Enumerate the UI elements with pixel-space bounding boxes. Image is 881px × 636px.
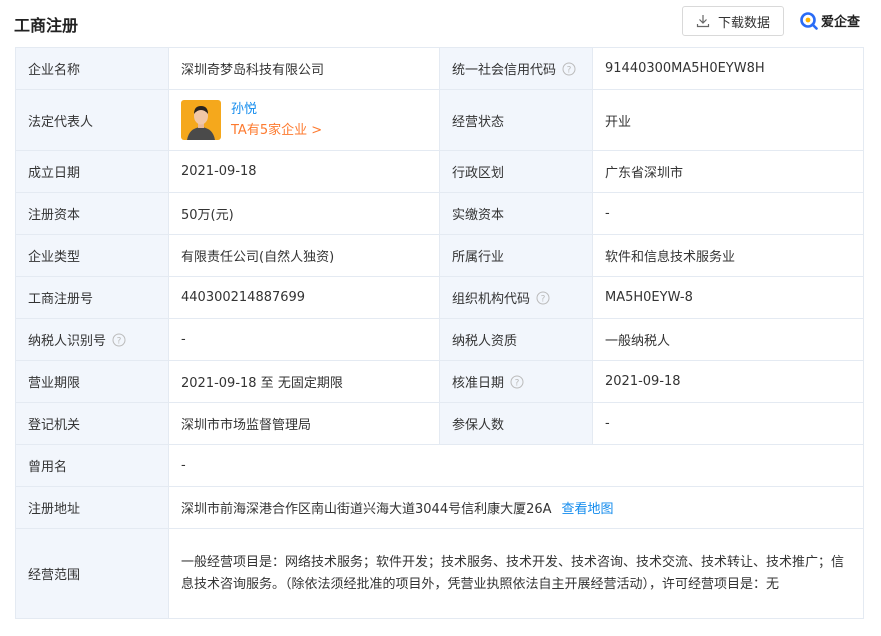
aiqicha-logo-icon [800, 11, 818, 30]
label-credit-code: 统一社会信用代码? [439, 47, 593, 90]
label-authority: 登记机关 [15, 402, 169, 445]
help-icon[interactable]: ? [112, 333, 126, 347]
value-company-type: 有限责任公司(自然人独资) [168, 234, 440, 277]
label-credit-code-text: 统一社会信用代码 [452, 63, 557, 78]
value-approval-date: 2021-09-18 [592, 360, 864, 403]
value-address: 深圳市前海深港合作区南山街道兴海大道3044号信利康大厦26A 查看地图 [168, 486, 864, 529]
view-map-link[interactable]: 查看地图 [562, 502, 614, 517]
table-row: 注册资本 50万(元) 实缴资本 - [15, 192, 864, 235]
legal-rep-name-link[interactable]: 孙悦 [231, 101, 322, 119]
brand-logo[interactable]: 爱企查 [800, 11, 860, 30]
label-taxpayer-qual: 纳税人资质 [439, 318, 593, 361]
table-row: 曾用名 - [15, 444, 864, 487]
label-founded: 成立日期 [15, 150, 169, 193]
label-org-code: 组织机构代码? [439, 276, 593, 319]
label-paid-capital: 实缴资本 [439, 192, 593, 235]
value-scope: 一般经营项目是：网络技术服务；软件开发；技术服务、技术开发、技术咨询、技术交流、… [168, 528, 864, 619]
brand-name: 爱企查 [821, 15, 861, 30]
label-term: 营业期限 [15, 360, 169, 403]
value-paid-capital: - [592, 192, 864, 235]
value-reg-no: 440300214887699 [168, 276, 440, 319]
table-row: 成立日期 2021-09-18 行政区划 广东省深圳市 [15, 150, 864, 193]
section-title: 工商注册 [14, 16, 79, 35]
value-industry: 软件和信息技术服务业 [592, 234, 864, 277]
svg-text:?: ? [515, 379, 520, 389]
help-icon[interactable]: ? [510, 375, 524, 389]
value-company-name: 深圳奇梦岛科技有限公司 [168, 47, 440, 90]
legal-rep-companies-link[interactable]: TA有5家企业 > [231, 122, 322, 140]
table-row: 登记机关 深圳市市场监督管理局 参保人数 - [15, 402, 864, 445]
label-status: 经营状态 [439, 89, 593, 151]
table-row: 注册地址 深圳市前海深港合作区南山街道兴海大道3044号信利康大厦26A 查看地图 [15, 486, 864, 529]
help-icon[interactable]: ? [536, 291, 550, 305]
label-address: 注册地址 [15, 486, 169, 529]
table-row: 企业名称 深圳奇梦岛科技有限公司 统一社会信用代码? 91440300MA5H0… [15, 47, 864, 90]
label-insured: 参保人数 [439, 402, 593, 445]
svg-text:?: ? [117, 337, 122, 347]
label-taxpayer-id: 纳税人识别号? [15, 318, 169, 361]
label-reg-capital: 注册资本 [15, 192, 169, 235]
table-row: 营业期限 2021-09-18 至 无固定期限 核准日期? 2021-09-18 [15, 360, 864, 403]
value-org-code: MA5H0EYW-8 [592, 276, 864, 319]
value-authority: 深圳市市场监督管理局 [168, 402, 440, 445]
label-scope: 经营范围 [15, 528, 169, 619]
download-icon [696, 15, 710, 28]
label-company-name: 企业名称 [15, 47, 169, 90]
value-reg-capital: 50万(元) [168, 192, 440, 235]
label-region: 行政区划 [439, 150, 593, 193]
value-status: 开业 [592, 89, 864, 151]
registration-info-table: 企业名称 深圳奇梦岛科技有限公司 统一社会信用代码? 91440300MA5H0… [15, 47, 864, 619]
table-row: 企业类型 有限责任公司(自然人独资) 所属行业 软件和信息技术服务业 [15, 234, 864, 277]
table-row: 法定代表人 孙悦 TA有5家企业 > 经营状态 开业 [15, 89, 864, 151]
label-former-name: 曾用名 [15, 444, 169, 487]
label-approval-date: 核准日期? [439, 360, 593, 403]
label-approval-date-text: 核准日期 [452, 376, 505, 391]
value-legal-rep: 孙悦 TA有5家企业 > [168, 89, 440, 151]
label-taxpayer-id-text: 纳税人识别号 [28, 334, 107, 349]
value-term: 2021-09-18 至 无固定期限 [168, 360, 440, 403]
label-org-code-text: 组织机构代码 [452, 292, 531, 307]
value-former-name: - [168, 444, 864, 487]
value-taxpayer-id: - [168, 318, 440, 361]
label-industry: 所属行业 [439, 234, 593, 277]
value-region: 广东省深圳市 [592, 150, 864, 193]
table-row: 纳税人识别号? - 纳税人资质 一般纳税人 [15, 318, 864, 361]
label-company-type: 企业类型 [15, 234, 169, 277]
label-reg-no: 工商注册号 [15, 276, 169, 319]
address-text: 深圳市前海深港合作区南山街道兴海大道3044号信利康大厦26A [181, 502, 552, 517]
section-header: 工商注册 下载数据 爱企查 [0, 0, 881, 46]
value-taxpayer-qual: 一般纳税人 [592, 318, 864, 361]
svg-text:?: ? [567, 66, 572, 76]
table-row: 经营范围 一般经营项目是：网络技术服务；软件开发；技术服务、技术开发、技术咨询、… [15, 528, 864, 619]
value-insured: - [592, 402, 864, 445]
svg-text:?: ? [541, 295, 546, 305]
download-data-label: 下载数据 [717, 15, 770, 31]
help-icon[interactable]: ? [562, 62, 576, 76]
table-row: 工商注册号 440300214887699 组织机构代码? MA5H0EYW-8 [15, 276, 864, 319]
value-founded: 2021-09-18 [168, 150, 440, 193]
value-credit-code: 91440300MA5H0EYW8H [592, 47, 864, 90]
avatar[interactable] [181, 100, 221, 140]
label-legal-rep: 法定代表人 [15, 89, 169, 151]
download-data-button[interactable]: 下载数据 [682, 6, 784, 36]
